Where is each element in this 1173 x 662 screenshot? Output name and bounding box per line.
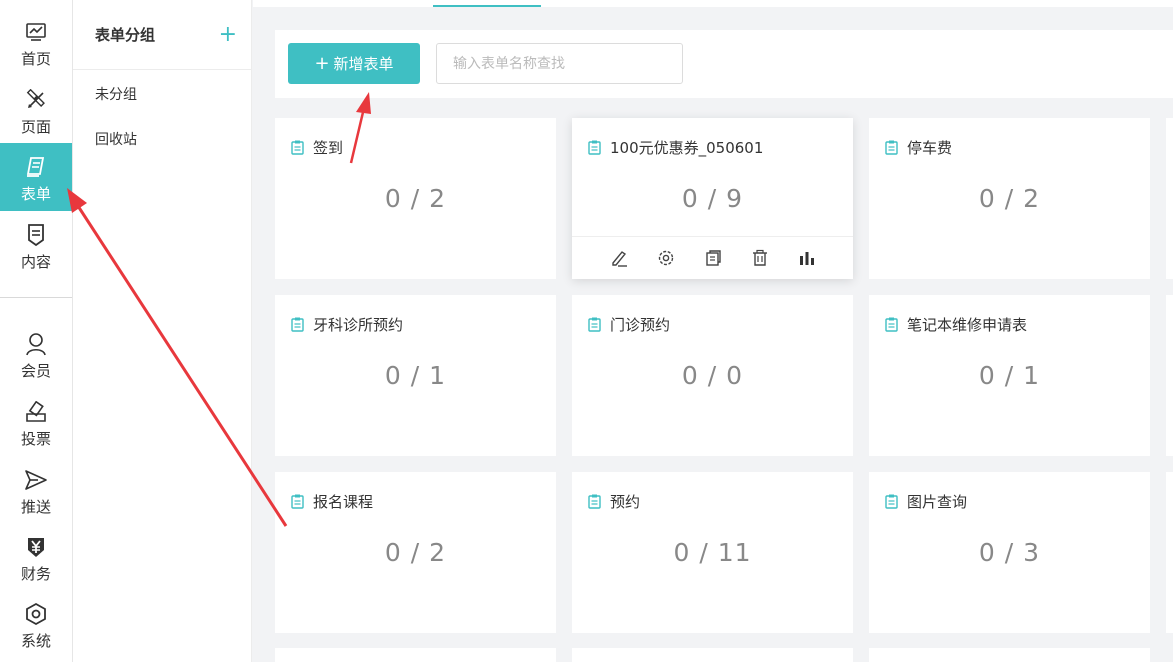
form-card[interactable]: 牙科诊所预约 0 / 1 (275, 295, 556, 456)
nav-item-label: 表单 (20, 185, 51, 203)
chart-icon (24, 20, 48, 44)
nav-item-home[interactable]: 首页 (0, 14, 72, 80)
form-card[interactable]: 报名课程 0 / 2 (275, 472, 556, 633)
nav-item-label: 首页 (20, 50, 51, 68)
form-card[interactable]: 签到 0 / 2 (275, 118, 556, 279)
form-card[interactable]: 笔记本维修申请表 0 / 1 (869, 295, 1150, 456)
settings-icon[interactable] (656, 248, 676, 268)
form-card-count: 0 / 9 (681, 184, 744, 213)
form-card-title: 门诊预约 (610, 316, 671, 334)
nav-item-label: 会员 (20, 362, 51, 380)
form-card-partial[interactable] (1166, 472, 1173, 633)
document-icon (885, 317, 898, 332)
form-card[interactable]: 图片查询 0 / 3 (869, 472, 1150, 633)
nav-item-content[interactable]: 内容 (0, 217, 72, 283)
group-panel-title: 表单分组 (95, 26, 156, 44)
form-card-title: 图片查询 (907, 493, 968, 511)
form-card-count: 0 / 2 (384, 184, 447, 213)
form-card[interactable]: 100元优惠券_050601 0 / 9 (572, 118, 853, 279)
form-card-partial[interactable] (869, 648, 1150, 662)
active-tab-indicator (433, 5, 541, 7)
document-icon (291, 494, 304, 509)
document-icon (588, 140, 601, 155)
form-card-partial[interactable] (1166, 295, 1173, 456)
stats-icon[interactable] (797, 248, 817, 268)
document-icon (885, 494, 898, 509)
content-icon (24, 223, 48, 247)
form-card-count: 0 / 2 (978, 184, 1041, 213)
form-card-title: 牙科诊所预约 (313, 316, 404, 334)
document-icon (291, 140, 304, 155)
form-card-count: 0 / 3 (978, 538, 1041, 567)
user-icon (24, 332, 48, 356)
nav-divider (0, 297, 72, 298)
nav-item-vote[interactable]: 投票 (0, 394, 72, 460)
form-card-count: 0 / 2 (384, 538, 447, 567)
nav-item-form[interactable]: 表单 (0, 143, 72, 211)
group-item-ungrouped[interactable]: 未分组 (73, 72, 251, 117)
form-group-panel: 表单分组 + 未分组 回收站 (73, 0, 252, 662)
edit-icon[interactable] (609, 248, 629, 268)
nav-item-label: 财务 (20, 565, 51, 583)
nav-item-finance[interactable]: 财务 (0, 529, 72, 595)
form-icon (24, 155, 48, 179)
copy-icon[interactable] (703, 248, 723, 268)
new-form-button[interactable]: + 新增表单 (288, 43, 420, 84)
nav-item-label: 页面 (20, 118, 51, 136)
form-card[interactable]: 门诊预约 0 / 0 (572, 295, 853, 456)
form-toolbar: + 新增表单 (275, 30, 1173, 98)
new-form-button-label: 新增表单 (333, 55, 394, 73)
add-group-button[interactable]: + (219, 23, 237, 46)
group-panel-header: 表单分组 + (73, 0, 251, 70)
form-card-count: 0 / 11 (673, 538, 752, 567)
settings-icon (24, 602, 48, 626)
group-list: 未分组 回收站 (73, 70, 251, 162)
form-card-count: 0 / 1 (384, 361, 447, 390)
document-icon (291, 317, 304, 332)
form-card[interactable]: 预约 0 / 11 (572, 472, 853, 633)
form-card-partial[interactable] (1166, 118, 1173, 279)
form-card-title: 笔记本维修申请表 (907, 316, 1028, 334)
form-card[interactable]: 停车费 0 / 2 (869, 118, 1150, 279)
plus-icon: + (314, 53, 330, 74)
form-card-title: 停车费 (907, 139, 953, 157)
send-icon (24, 468, 48, 492)
nav-item-label: 推送 (20, 498, 51, 516)
form-card-count: 0 / 1 (978, 361, 1041, 390)
form-card-title: 100元优惠券_050601 (610, 139, 764, 157)
yen-icon (24, 535, 48, 559)
form-card-count: 0 / 0 (681, 361, 744, 390)
top-tab-strip (253, 0, 1173, 7)
nav-item-label: 系统 (20, 632, 51, 650)
document-icon (588, 317, 601, 332)
form-card-title: 报名课程 (313, 493, 374, 511)
form-card-actions (572, 236, 853, 279)
document-icon (588, 494, 601, 509)
form-card-title: 预约 (610, 493, 641, 511)
group-item-recycle-bin[interactable]: 回收站 (73, 117, 251, 162)
document-icon (885, 140, 898, 155)
vote-icon (24, 400, 48, 424)
design-tools-icon (24, 88, 48, 112)
nav-item-label: 投票 (20, 430, 51, 448)
form-card-title: 签到 (313, 139, 344, 157)
nav-item-label: 内容 (20, 253, 51, 271)
form-card-partial[interactable] (572, 648, 853, 662)
nav-item-member[interactable]: 会员 (0, 326, 72, 392)
main-nav-rail: 首页 页面 表单 内容 会员 投票 推送 财务 系统 (0, 0, 73, 662)
nav-item-push[interactable]: 推送 (0, 462, 72, 528)
nav-item-page[interactable]: 页面 (0, 82, 72, 148)
form-search-input[interactable] (436, 43, 683, 84)
trash-icon[interactable] (750, 248, 770, 268)
nav-item-system[interactable]: 系统 (0, 596, 72, 662)
form-card-partial[interactable] (275, 648, 556, 662)
